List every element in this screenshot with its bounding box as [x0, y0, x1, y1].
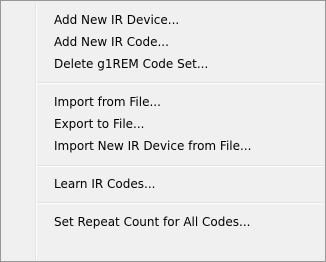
menu-item-label: Delete g1REM Code Set... — [54, 57, 209, 71]
menu-item-add-new-ir-code[interactable]: Add New IR Code... — [3, 31, 323, 53]
menu-separator — [37, 82, 323, 84]
menu-item-learn-ir-codes[interactable]: Learn IR Codes... — [3, 173, 323, 195]
context-menu: Add New IR Device... Add New IR Code... … — [0, 0, 326, 262]
menu-item-import-from-file[interactable]: Import from File... — [3, 91, 323, 113]
menu-item-delete-code-set[interactable]: Delete g1REM Code Set... — [3, 53, 323, 75]
menu-item-label: Import New IR Device from File... — [54, 139, 252, 153]
menu-item-label: Export to File... — [54, 117, 145, 131]
menu-item-label: Add New IR Device... — [54, 13, 180, 27]
menu-item-label: Set Repeat Count for All Codes... — [54, 215, 251, 229]
menu-item-label: Import from File... — [54, 95, 161, 109]
menu-item-label: Add New IR Code... — [54, 35, 169, 49]
menu-item-add-new-ir-device[interactable]: Add New IR Device... — [3, 9, 323, 31]
menu-separator — [37, 202, 323, 204]
menu-item-set-repeat-count[interactable]: Set Repeat Count for All Codes... — [3, 211, 323, 233]
menu-item-import-new-ir-device[interactable]: Import New IR Device from File... — [3, 135, 323, 157]
menu-item-label: Learn IR Codes... — [54, 177, 156, 191]
menu-item-export-to-file[interactable]: Export to File... — [3, 113, 323, 135]
menu-separator — [37, 165, 323, 167]
